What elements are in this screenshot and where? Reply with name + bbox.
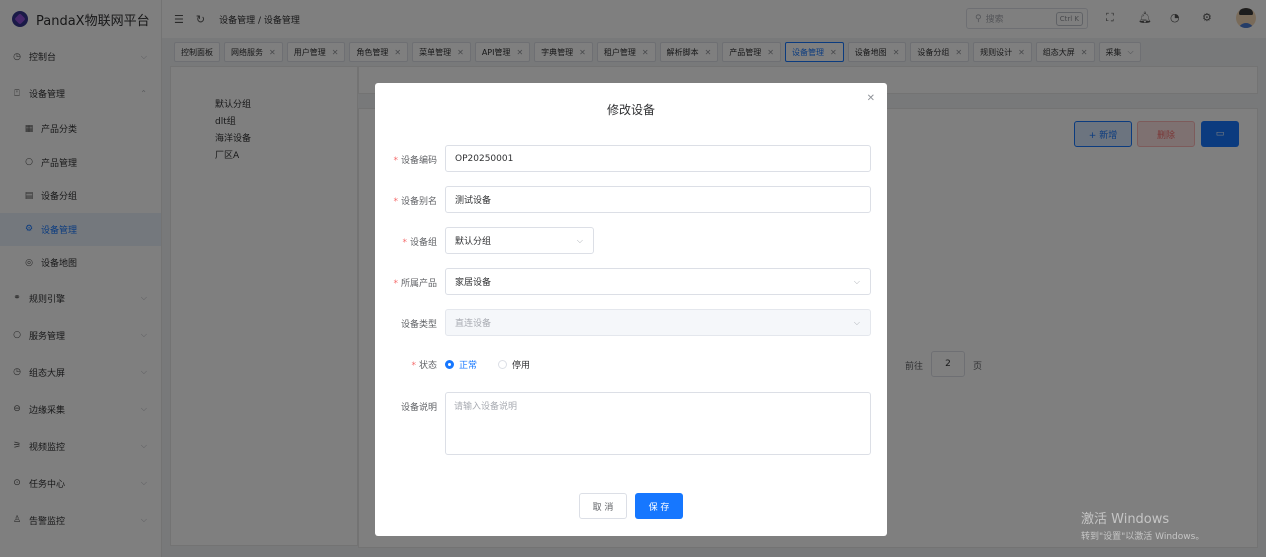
watermark-line1: 激活 Windows — [1081, 512, 1170, 527]
chevron-down-icon: ⌵ — [853, 317, 860, 327]
device-group-value: 默认分组 — [455, 237, 492, 247]
field-device-group: * 设备组 默认分组 ⌵ — [375, 227, 887, 254]
required-mark: * — [393, 197, 398, 207]
save-button[interactable]: 保 存 — [635, 493, 683, 519]
field-device-alias: * 设备别名 测试设备 — [375, 186, 887, 213]
required-mark: * — [411, 361, 416, 371]
device-group-select[interactable]: 默认分组 ⌵ — [445, 227, 594, 254]
description-label: 设备说明 — [400, 403, 437, 413]
device-type-value: 直连设备 — [455, 319, 492, 329]
status-radio-disabled[interactable]: 停用 — [498, 358, 530, 371]
required-mark: * — [402, 238, 407, 248]
field-product: * 所属产品 家居设备 ⌵ — [375, 268, 887, 295]
device-type-select: 直连设备 ⌵ — [445, 309, 871, 336]
required-mark: * — [393, 156, 398, 166]
close-icon[interactable]: ✕ — [867, 93, 875, 104]
device-type-label: 设备类型 — [400, 320, 437, 330]
status-option-disabled: 停用 — [512, 361, 531, 371]
windows-watermark: 激活 Windows 转到"设置"以激活 Windows。 — [1081, 508, 1204, 542]
field-device-type: 设备类型 直连设备 ⌵ — [375, 309, 887, 336]
required-mark: * — [393, 279, 398, 289]
radio-unchecked-icon — [498, 360, 507, 369]
status-option-normal: 正常 — [459, 361, 478, 371]
edit-device-dialog: 修改设备 ✕ * 设备编码 OP20250001 * 设备别名 测试设备 * 设备组 … — [375, 83, 887, 536]
description-textarea[interactable]: 请输入设备说明 — [445, 392, 871, 455]
watermark-line2: 转到"设置"以激活 Windows。 — [1081, 532, 1205, 542]
status-label: 状态 — [418, 361, 437, 371]
radio-checked-icon — [445, 360, 454, 369]
product-value: 家居设备 — [455, 278, 492, 288]
chevron-down-icon: ⌵ — [576, 235, 583, 245]
device-group-label: 设备组 — [409, 238, 437, 248]
status-radio-normal[interactable]: 正常 — [445, 358, 477, 371]
dialog-title: 修改设备 — [606, 103, 655, 117]
cancel-button[interactable]: 取 消 — [579, 493, 627, 519]
chevron-down-icon: ⌵ — [853, 276, 860, 286]
device-alias-label: 设备别名 — [400, 197, 437, 207]
product-select[interactable]: 家居设备 ⌵ — [445, 268, 871, 295]
field-status: * 状态 正常 停用 — [375, 350, 887, 377]
device-alias-input[interactable]: 测试设备 — [445, 186, 871, 213]
product-label: 所属产品 — [400, 279, 437, 289]
field-device-code: * 设备编码 OP20250001 — [375, 145, 887, 172]
device-code-label: 设备编码 — [400, 156, 437, 166]
device-code-input[interactable]: OP20250001 — [445, 145, 871, 172]
